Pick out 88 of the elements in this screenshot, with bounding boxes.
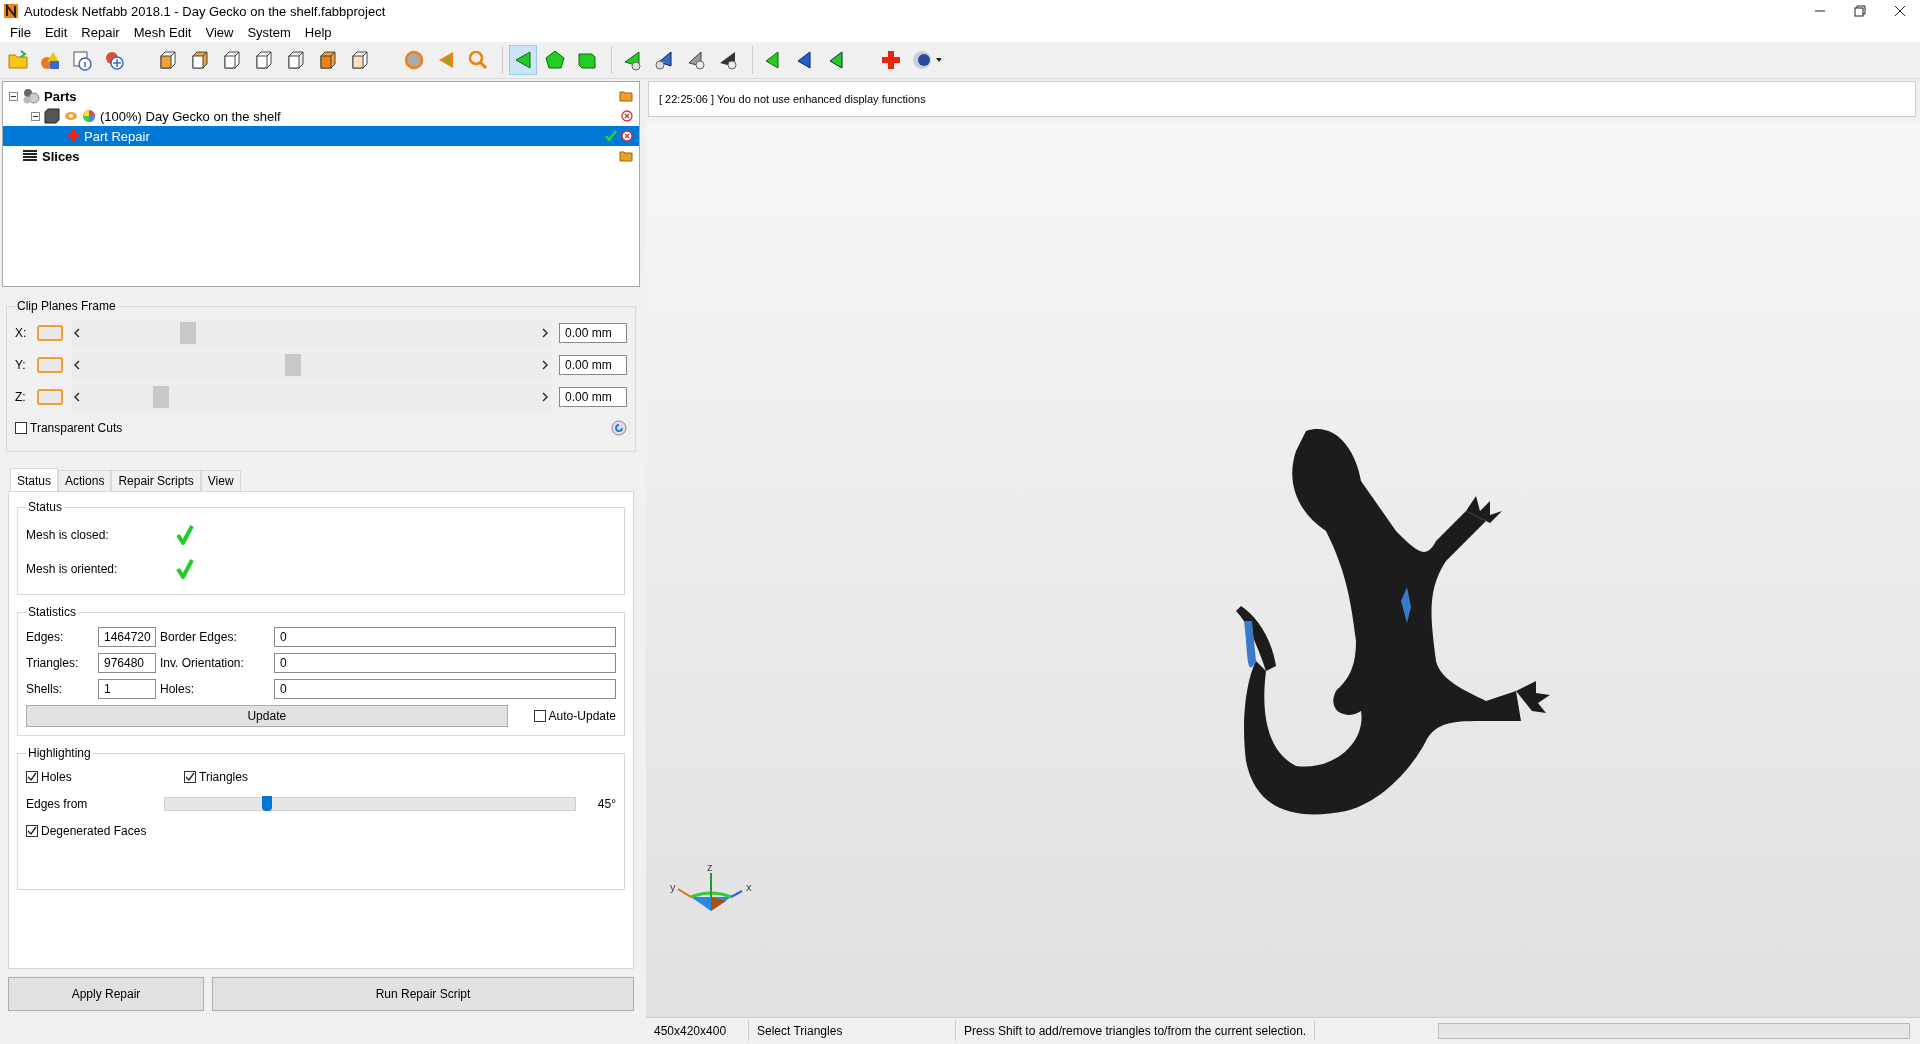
tree-item[interactable]: Parts <box>3 86 639 106</box>
value-field[interactable]: 976480 <box>98 653 156 673</box>
field-label: Edges: <box>26 630 65 644</box>
apply-repair-button[interactable]: Apply Repair <box>8 977 204 1011</box>
close-icon[interactable] <box>1894 5 1906 17</box>
value-field[interactable]: 0.00 mm <box>559 323 627 343</box>
menu-item[interactable]: File <box>4 24 37 40</box>
group-title: Statistics <box>27 605 77 619</box>
3d-viewport[interactable]: z y x <box>646 121 1920 1017</box>
reset-icon[interactable] <box>611 420 627 436</box>
update-button[interactable]: Update <box>26 705 508 727</box>
menu-item[interactable]: System <box>241 24 297 40</box>
axis-label: Y: <box>15 358 27 372</box>
field-label: Border Edges: <box>160 630 238 644</box>
status-mode: Select Triangles <box>749 1021 956 1041</box>
app-logo-icon <box>4 4 18 18</box>
checkbox[interactable] <box>533 710 546 722</box>
tab[interactable]: Actions <box>58 470 112 491</box>
value-field[interactable]: 0 <box>274 627 616 647</box>
field-label: Holes: <box>160 682 195 696</box>
slider-reading: 45° <box>597 797 616 811</box>
checkmark-icon <box>605 130 617 142</box>
folder-icon[interactable] <box>619 150 633 162</box>
menu-item[interactable]: Help <box>298 24 338 40</box>
checkbox[interactable] <box>184 771 196 783</box>
checkbox[interactable] <box>26 771 38 783</box>
tab[interactable]: View <box>200 470 241 491</box>
menu-item[interactable]: Mesh Edit <box>127 24 198 40</box>
status-hint: Press Shift to add/remove triangles to/from the current selection. <box>956 1021 1316 1041</box>
status-dimensions: 450x420x400 <box>646 1021 749 1041</box>
value-field[interactable]: 1464720 <box>98 627 156 647</box>
plus-icon <box>66 129 80 143</box>
status-label: Mesh is oriented: <box>26 562 119 576</box>
tree-item[interactable]: (100%) Day Gecko on the shelf <box>3 106 639 126</box>
expand-toggle-icon[interactable] <box>31 111 40 121</box>
value-field[interactable]: 0.00 mm <box>559 355 627 375</box>
spheres-icon <box>22 88 40 104</box>
tab[interactable]: Repair Scripts <box>111 470 201 491</box>
remove-icon[interactable] <box>621 130 633 142</box>
slider-thumb[interactable] <box>262 796 273 811</box>
clip-slider[interactable] <box>71 320 551 346</box>
menu-item[interactable]: Edit <box>38 24 74 40</box>
plane-toggle[interactable] <box>37 389 63 405</box>
tab[interactable]: Status <box>10 468 59 491</box>
axes-gizmo-drawing: z y x <box>670 861 752 911</box>
value-field[interactable]: 0.00 mm <box>559 387 627 407</box>
run-script-button[interactable]: Run Repair Script <box>212 977 634 1011</box>
expand-toggle-icon[interactable] <box>9 91 18 101</box>
group-title: Highlighting <box>27 746 92 760</box>
color-wheel-icon[interactable] <box>82 109 96 123</box>
group-title: Clip Planes Frame <box>16 299 117 313</box>
field-label: Shells: <box>26 682 64 696</box>
log-message: [ 22:25:06 ] You do not use enhanced display functions <box>648 81 1916 117</box>
plane-toggle[interactable] <box>37 325 63 341</box>
menu-item[interactable]: View <box>199 24 240 40</box>
slider-thumb[interactable] <box>284 354 301 376</box>
layers-icon <box>22 149 38 163</box>
value-field[interactable]: 1 <box>98 679 156 699</box>
checkbox-label: Triangles <box>199 770 248 784</box>
group-title: Status <box>27 500 64 514</box>
checkbox-label: Auto-Update <box>548 709 616 723</box>
cube-icon <box>44 108 60 124</box>
value-field[interactable]: 0 <box>274 679 616 699</box>
remove-icon[interactable] <box>621 110 633 122</box>
menu-item[interactable]: Repair <box>75 24 126 40</box>
value-field[interactable]: 0 <box>274 653 616 673</box>
checkbox-label: Degenerated Faces <box>41 824 147 838</box>
slider-thumb[interactable] <box>179 322 196 344</box>
axis-label: Z: <box>15 390 27 404</box>
tree-item[interactable]: Part Repair <box>3 126 639 146</box>
checkbox[interactable] <box>26 825 38 837</box>
window-title: Autodesk Netfabb 2018.1 - Day Gecko on the shelf.fabbproject <box>24 3 387 19</box>
field-label: Inv. Orientation: <box>160 656 245 670</box>
tree-item[interactable]: Slices <box>3 146 639 166</box>
checkbox[interactable] <box>15 422 27 434</box>
restore-icon[interactable] <box>1854 5 1866 17</box>
angle-slider[interactable] <box>164 797 576 811</box>
clip-slider[interactable] <box>71 352 551 378</box>
slider-thumb[interactable] <box>152 386 169 408</box>
slider-label: Edges from <box>26 797 89 811</box>
clip-slider[interactable] <box>71 384 551 410</box>
checkbox-label: Transparent Cuts <box>30 421 123 435</box>
field-label: Triangles: <box>26 656 80 670</box>
axis-label: X: <box>15 326 28 340</box>
checkbox-label: Holes <box>41 770 72 784</box>
status-label: Mesh is closed: <box>26 528 110 542</box>
plane-toggle[interactable] <box>37 357 63 373</box>
folder-icon[interactable] <box>619 90 633 102</box>
